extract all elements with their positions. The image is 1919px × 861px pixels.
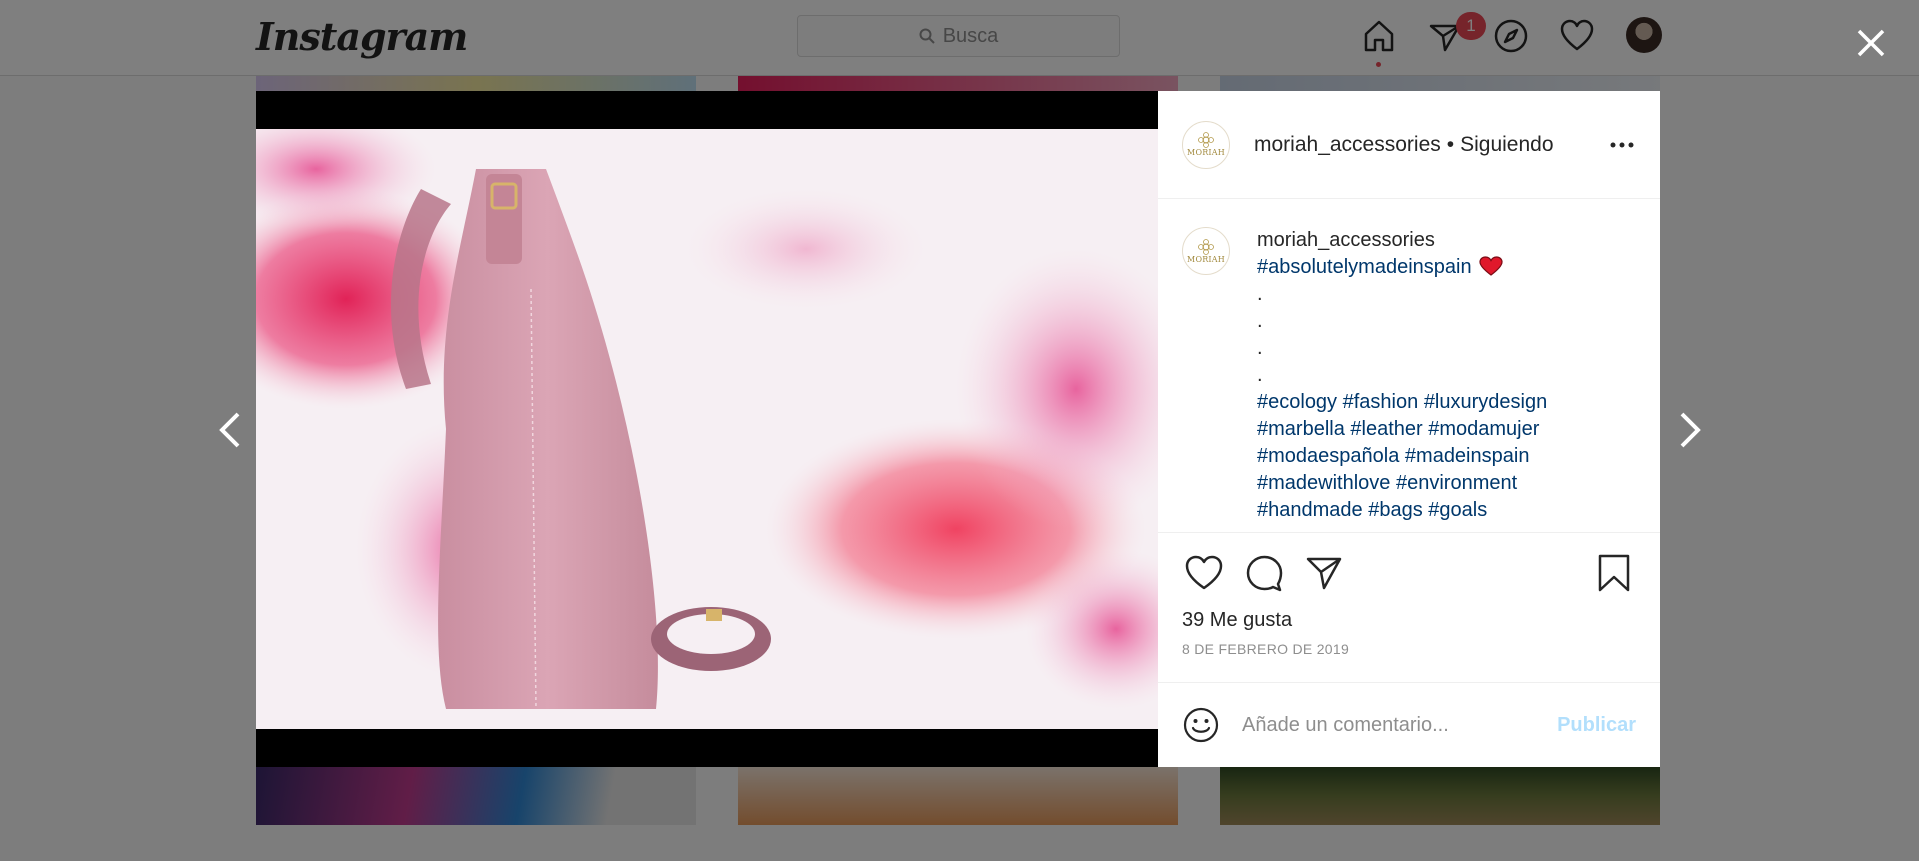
action-icons [1182,551,1346,595]
heart-icon [1185,555,1223,590]
hashtag-link[interactable]: #madeinspain [1405,445,1530,467]
hashtag-link[interactable]: #leather [1350,418,1422,440]
flower-logo-icon [1198,132,1214,148]
hashtag-link[interactable]: #goals [1428,499,1487,521]
caption-dot: . [1257,337,1263,359]
caption-dot: . [1257,310,1263,332]
caption-dot: . [1257,364,1263,386]
post-header: MORIAH moriah_accessories • Siguiendo [1158,91,1660,199]
post-modal: MORIAH moriah_accessories • Siguiendo MO… [256,91,1660,767]
post-caption: MORIAH moriah_accessories #absolutelymad… [1158,199,1660,532]
post-username[interactable]: moriah_accessories [1254,133,1441,157]
post-details-panel: MORIAH moriah_accessories • Siguiendo MO… [1158,91,1660,767]
likes-count[interactable]: 39 Me gusta [1182,609,1292,632]
caption-text: moriah_accessories #absolutelymadeinspai… [1257,227,1547,532]
chevron-right-icon [1680,412,1701,448]
close-icon [1857,29,1885,57]
hashtag-link[interactable]: #luxurydesign [1424,391,1547,413]
post-image[interactable] [256,129,1158,729]
hashtag-link[interactable]: #handmade [1257,499,1363,521]
comment-button[interactable] [1242,551,1286,595]
comment-input[interactable] [1242,713,1558,737]
next-post-button[interactable] [1668,406,1712,454]
hashtag-link[interactable]: #madewithlove [1257,472,1390,494]
caption-username[interactable]: moriah_accessories [1257,227,1547,254]
comment-icon [1246,555,1283,592]
account-avatar[interactable]: MORIAH [1182,120,1230,169]
publish-button[interactable]: Publicar [1557,714,1636,737]
hashtag-link[interactable]: #environment [1396,472,1517,494]
hashtag-link[interactable]: #absolutelymadeinspain [1257,256,1472,278]
hashtag-link[interactable]: #modamujer [1428,418,1539,440]
share-icon [1306,557,1342,590]
chevron-left-icon [219,412,240,448]
share-button[interactable] [1302,551,1346,595]
comment-bar: Publicar [1158,682,1660,767]
hashtag-link[interactable]: #marbella [1257,418,1345,440]
emoji-button[interactable] [1182,706,1220,744]
more-icon [1610,142,1634,148]
emoji-icon [1183,707,1219,743]
more-options-button[interactable] [1608,131,1636,159]
following-button[interactable]: Siguiendo [1460,133,1553,157]
avatar-wordmark: MORIAH [1187,254,1225,264]
hashtag-link[interactable]: #modaespañola [1257,445,1399,467]
caption-avatar[interactable]: MORIAH [1182,227,1230,275]
red-heart-emoji [1479,256,1503,276]
post-date: 8 DE FEBRERO DE 2019 [1182,641,1350,657]
save-button[interactable] [1592,551,1636,595]
handbag-photo [256,129,1158,729]
bookmark-icon [1598,554,1630,592]
post-media[interactable] [256,91,1158,767]
hashtag-link[interactable]: #fashion [1343,391,1419,413]
close-button[interactable] [1853,25,1889,61]
like-button[interactable] [1182,551,1226,595]
previous-post-button[interactable] [208,406,252,454]
hashtag-link[interactable]: #bags [1368,499,1423,521]
caption-dot: . [1257,283,1263,305]
flower-logo-icon [1198,238,1214,255]
hashtag-link[interactable]: #ecology [1257,391,1337,413]
avatar-wordmark: MORIAH [1187,148,1225,157]
separator: • [1446,132,1455,156]
